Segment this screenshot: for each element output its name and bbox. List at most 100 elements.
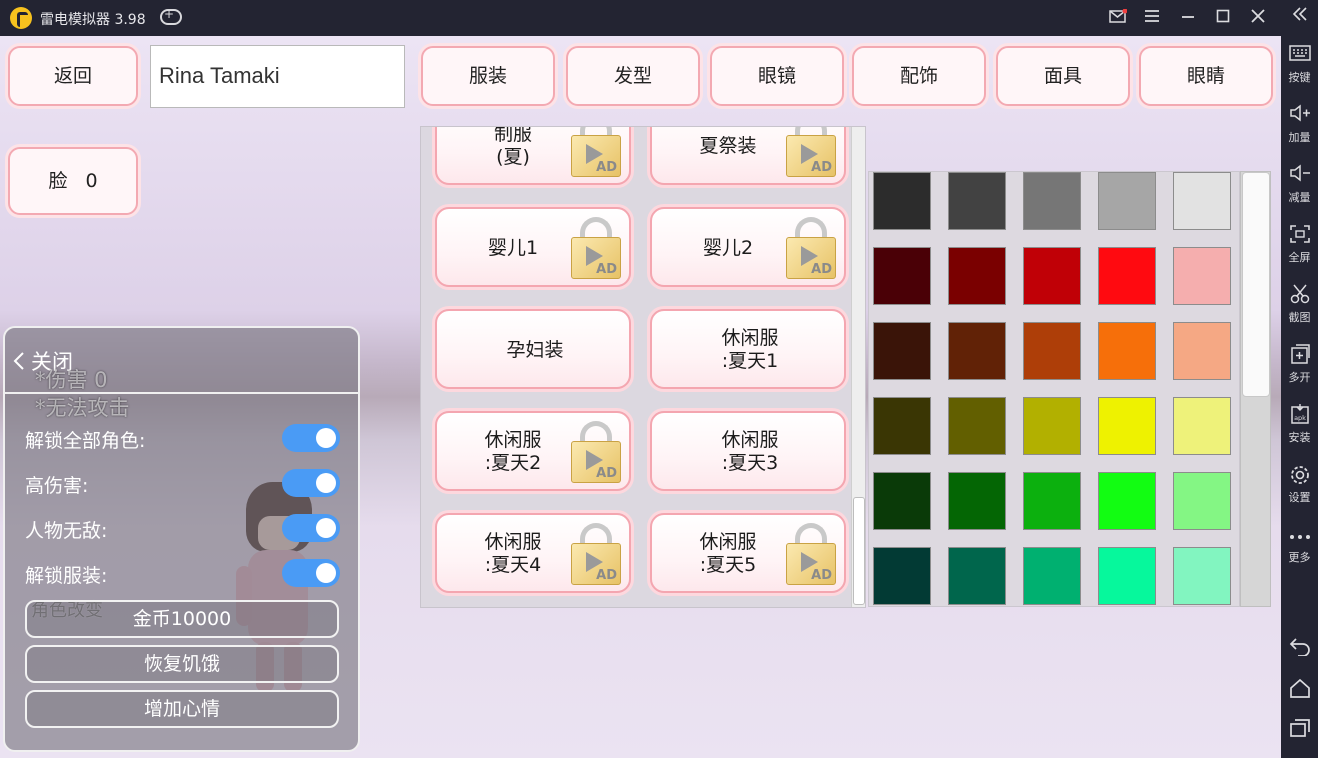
outfit-item[interactable]: 婴儿2 AD [650, 207, 846, 287]
sidebar-settings-button[interactable]: 设置 [1281, 464, 1318, 505]
increase-mood-button[interactable]: 增加心情 [25, 690, 339, 728]
volume-down-icon [1281, 164, 1318, 188]
back-button[interactable]: 返回 [8, 46, 138, 106]
outfit-label: 孕妇装 [437, 339, 633, 362]
more-icon [1281, 524, 1318, 548]
keyboard-icon [1281, 44, 1318, 68]
toggle-switch[interactable] [282, 559, 340, 587]
outfit-item[interactable]: 夏祭装 AD [650, 127, 846, 185]
toggle-switch[interactable] [282, 424, 340, 452]
sidebar-label: 设置 [1288, 491, 1311, 504]
color-swatch[interactable] [1098, 397, 1156, 455]
tab-clothing[interactable]: 服装 [421, 46, 555, 106]
collapse-sidebar-icon[interactable] [1281, 6, 1318, 27]
outfit-list-scrollbar[interactable] [851, 127, 865, 607]
color-swatch[interactable] [1098, 172, 1156, 230]
tab-mask[interactable]: 面具 [996, 46, 1130, 106]
sidebar-volume-down-button[interactable]: 减量 [1281, 164, 1318, 205]
color-swatch[interactable] [1173, 397, 1231, 455]
color-swatch[interactable] [1098, 472, 1156, 530]
tab-glasses[interactable]: 眼镜 [710, 46, 844, 106]
color-swatch[interactable] [1023, 172, 1081, 230]
outfit-label-line1: 休闲服 [721, 429, 779, 451]
outfit-item[interactable]: 孕妇装 [435, 309, 631, 389]
color-swatch[interactable] [1098, 547, 1156, 605]
color-swatch[interactable] [873, 547, 931, 605]
sidebar-multi-instance-button[interactable]: 多开 [1281, 344, 1318, 385]
face-label: 脸 [48, 170, 68, 192]
color-swatch[interactable] [1173, 472, 1231, 530]
outfit-item[interactable]: 休闲服:夏天1 [650, 309, 846, 389]
color-swatch[interactable] [873, 322, 931, 380]
outfit-list[interactable]: 制服 (夏) AD 夏祭装 AD 婴儿1 AD 婴儿2 AD 孕妇装 休闲服:夏天1 休闲服:夏天2 A… [420, 126, 866, 608]
sidebar-screenshot-button[interactable]: 截图 [1281, 284, 1318, 325]
color-swatch[interactable] [1173, 322, 1231, 380]
toggle-high-damage[interactable]: 高伤害: [25, 468, 340, 498]
minimize-icon[interactable] [1176, 6, 1200, 30]
color-swatch[interactable] [1173, 547, 1231, 605]
ad-label: AD [596, 262, 617, 277]
color-swatch[interactable] [1098, 322, 1156, 380]
outfit-item[interactable]: 休闲服:夏天3 [650, 411, 846, 491]
color-swatch[interactable] [1173, 172, 1231, 230]
mail-icon[interactable] [1106, 6, 1130, 30]
color-swatch[interactable] [1023, 322, 1081, 380]
color-swatch[interactable] [873, 247, 931, 305]
color-swatch[interactable] [1023, 397, 1081, 455]
color-swatch[interactable] [948, 397, 1006, 455]
coins-10000-button[interactable]: 金币10000 [25, 600, 339, 638]
face-button[interactable]: 脸0 [8, 147, 138, 215]
tab-accessories[interactable]: 配饰 [852, 46, 986, 106]
color-swatch[interactable] [948, 322, 1006, 380]
toggle-switch[interactable] [282, 514, 340, 542]
color-swatch[interactable] [948, 547, 1006, 605]
back-nav-icon[interactable] [1281, 636, 1318, 661]
sidebar-more-button[interactable]: 更多 [1281, 524, 1318, 565]
toggle-unlock-clothing[interactable]: 解锁服装: [25, 558, 340, 588]
color-swatch[interactable] [1023, 547, 1081, 605]
outfit-item[interactable]: 制服 (夏) AD [435, 127, 631, 185]
palette-scroll-thumb[interactable] [1242, 172, 1270, 397]
close-icon[interactable] [1246, 6, 1270, 30]
toggle-unlock-all-characters[interactable]: 解锁全部角色: [25, 423, 340, 453]
color-swatch[interactable] [1173, 247, 1231, 305]
sidebar-keymap-button[interactable]: 按键 [1281, 44, 1318, 85]
tab-eyes[interactable]: 眼睛 [1139, 46, 1273, 106]
character-name-field[interactable]: Rina Tamaki [150, 45, 405, 108]
outfit-item[interactable]: 婴儿1 AD [435, 207, 631, 287]
sidebar-install-apk-button[interactable]: apk 安装 [1281, 404, 1318, 445]
color-swatch[interactable] [873, 397, 931, 455]
palette-scrollbar[interactable] [1240, 171, 1271, 607]
color-swatch[interactable] [948, 247, 1006, 305]
maximize-icon[interactable] [1211, 6, 1235, 30]
ad-label: AD [811, 262, 832, 277]
outfit-item[interactable]: 休闲服:夏天4 AD [435, 513, 631, 593]
home-nav-icon[interactable] [1281, 678, 1318, 703]
lock-ad-icon: AD [786, 127, 836, 179]
recents-nav-icon[interactable] [1281, 718, 1318, 743]
toggle-label: 高伤害: [25, 475, 89, 497]
color-swatch[interactable] [948, 172, 1006, 230]
color-swatch[interactable] [873, 172, 931, 230]
sidebar-fullscreen-button[interactable]: 全屏 [1281, 224, 1318, 265]
color-swatch[interactable] [1023, 472, 1081, 530]
color-swatch[interactable] [948, 472, 1006, 530]
color-swatch[interactable] [1098, 247, 1156, 305]
restore-hunger-button[interactable]: 恢复饥饿 [25, 645, 339, 683]
tab-hairstyle[interactable]: 发型 [566, 46, 700, 106]
gamepad-icon[interactable] [160, 7, 182, 25]
outfit-scroll-thumb[interactable] [853, 497, 865, 605]
toggle-invincible[interactable]: 人物无敌: [25, 513, 340, 543]
outfit-item[interactable]: 休闲服:夏天2 AD [435, 411, 631, 491]
sidebar-volume-up-button[interactable]: 加量 [1281, 104, 1318, 145]
color-swatch[interactable] [873, 472, 931, 530]
color-swatch[interactable] [1023, 247, 1081, 305]
tab-label: 眼镜 [757, 65, 796, 87]
toggle-switch[interactable] [282, 469, 340, 497]
ad-label: AD [596, 160, 617, 175]
lock-ad-icon: AD [571, 523, 621, 587]
menu-icon[interactable] [1140, 6, 1164, 30]
tab-label: 服装 [468, 65, 507, 87]
multi-instance-icon [1281, 344, 1318, 368]
outfit-item[interactable]: 休闲服:夏天5 AD [650, 513, 846, 593]
